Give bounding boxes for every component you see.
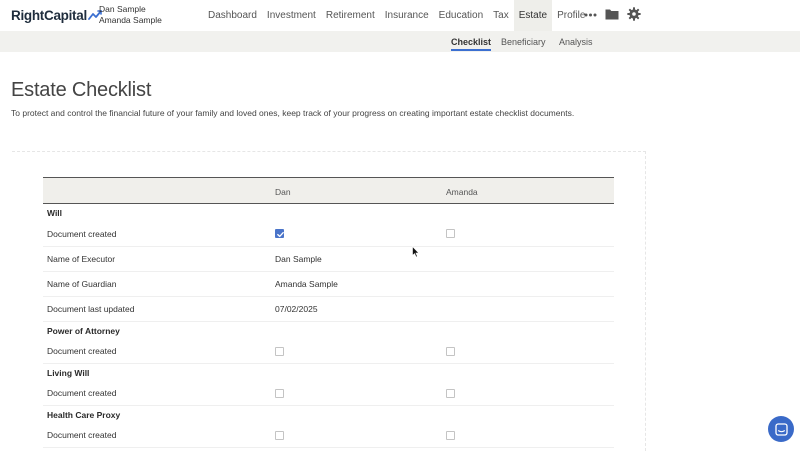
nav-tax[interactable]: Tax	[488, 0, 514, 31]
client-names[interactable]: Dan Sample Amanda Sample	[99, 4, 162, 26]
table-header: Dan Amanda	[43, 177, 614, 204]
row-label: Document created	[47, 388, 117, 398]
tab-checklist[interactable]: Checklist	[451, 31, 492, 52]
section-health-care-proxy: Health Care Proxy	[43, 406, 614, 423]
nav-investment[interactable]: Investment	[262, 0, 321, 31]
dan-cell	[275, 381, 284, 405]
amanda-cell	[446, 339, 455, 363]
row-label: Document created	[47, 346, 117, 356]
check-icon	[277, 231, 284, 238]
tab-beneficiary[interactable]: Beneficiary	[501, 31, 546, 52]
top-bar: RightCapital Dan Sample Amanda Sample Da…	[0, 0, 800, 31]
table-row: Document created	[43, 381, 614, 406]
section-title: Power of Attorney	[47, 325, 120, 336]
dan-cell	[275, 339, 284, 363]
living-will-document-created-dan-checkbox[interactable]	[275, 388, 284, 398]
table-row: Name of Guardian Amanda Sample	[43, 272, 614, 297]
table-row: Document created	[43, 221, 614, 247]
client-name-spouse: Amanda Sample	[99, 15, 162, 25]
mouse-cursor-icon	[412, 246, 420, 258]
row-label: Name of Guardian	[47, 279, 117, 289]
will-document-created-amanda-checkbox[interactable]	[446, 229, 455, 238]
nav-insurance[interactable]: Insurance	[380, 0, 434, 31]
section-will: Will	[43, 204, 614, 221]
section-living-will: Living Will	[43, 364, 614, 381]
column-header-dan: Dan	[275, 186, 291, 197]
nav-estate[interactable]: Estate	[513, 0, 553, 31]
table-row: Document last updated 07/02/2025	[43, 297, 614, 322]
amanda-cell	[446, 221, 455, 246]
poa-document-created-amanda-checkbox[interactable]	[446, 346, 455, 356]
page-description: To protect and control the financial fut…	[11, 108, 575, 118]
table-row: Document created	[43, 423, 614, 448]
tab-analysis[interactable]: Analysis	[559, 31, 593, 52]
section-title: Health Care Proxy	[47, 409, 121, 420]
row-label: Document created	[47, 228, 117, 239]
living-will-document-created-amanda-checkbox[interactable]	[446, 388, 455, 398]
table-row: Name of Executor Dan Sample	[43, 247, 614, 272]
page-title: Estate Checklist	[11, 79, 152, 101]
nav-dashboard[interactable]: Dashboard	[203, 0, 262, 31]
amanda-cell	[446, 381, 455, 405]
logo-text: RightCapital	[11, 7, 87, 23]
client-name-primary: Dan Sample	[99, 4, 146, 14]
more-icon[interactable]	[584, 9, 597, 21]
table-row: Document created	[43, 339, 614, 364]
section-power-of-attorney: Power of Attorney	[43, 322, 614, 339]
section-title: Living Will	[47, 367, 90, 378]
estate-checklist-table: Dan Amanda Will Document created Name of…	[43, 177, 614, 448]
nav-education[interactable]: Education	[434, 0, 488, 31]
will-document-created-dan-checkbox[interactable]	[275, 229, 284, 238]
amanda-cell	[446, 423, 455, 447]
row-label: Document created	[47, 430, 117, 440]
chat-icon	[774, 422, 788, 436]
hcp-document-created-amanda-checkbox[interactable]	[446, 430, 455, 440]
folder-icon[interactable]	[605, 8, 619, 20]
main-nav: Dashboard Investment Retirement Insuranc…	[203, 0, 590, 31]
chat-support-button[interactable]	[768, 416, 794, 442]
section-title: Will	[47, 207, 63, 218]
column-header-amanda: Amanda	[446, 186, 478, 197]
guardian-dan-value[interactable]: Amanda Sample	[275, 272, 338, 296]
estate-subnav: Checklist Beneficiary Analysis	[0, 31, 800, 52]
rightcapital-logo[interactable]: RightCapital	[11, 6, 102, 24]
dan-cell	[275, 221, 284, 246]
hcp-document-created-dan-checkbox[interactable]	[275, 430, 284, 440]
row-label: Name of Executor	[47, 254, 116, 264]
nav-retirement[interactable]: Retirement	[321, 0, 380, 31]
row-label: Document last updated	[47, 304, 135, 314]
poa-document-created-dan-checkbox[interactable]	[275, 346, 284, 356]
dan-cell	[275, 423, 284, 447]
gear-icon[interactable]	[627, 7, 641, 21]
last-updated-dan-value[interactable]: 07/02/2025	[275, 297, 318, 321]
executor-dan-value[interactable]: Dan Sample	[275, 247, 322, 271]
